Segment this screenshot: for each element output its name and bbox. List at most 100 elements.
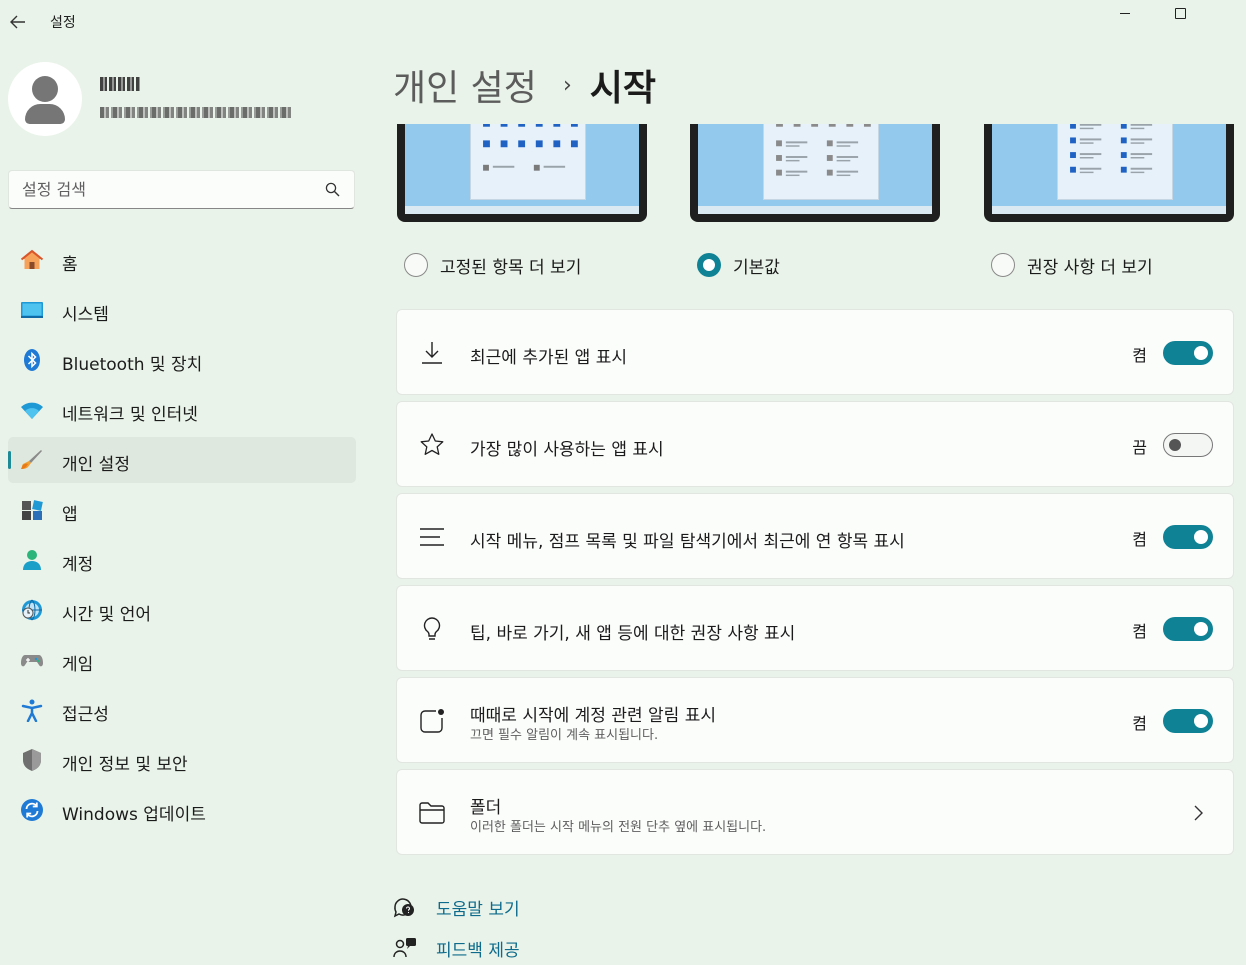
- apps-icon: [22, 500, 43, 520]
- home-icon: [20, 249, 44, 269]
- preview-more-recommendations[interactable]: [984, 124, 1234, 222]
- sidebar-item-time-language[interactable]: 시간 및 언어: [8, 587, 356, 633]
- time-language-icon: [22, 599, 42, 621]
- sidebar-item-system[interactable]: 시스템: [8, 287, 356, 333]
- radio-label: 고정된 항목 더 보기: [440, 257, 582, 278]
- toggle-switch[interactable]: [1163, 433, 1213, 457]
- list-icon: [420, 528, 444, 546]
- help-link-label: 피드백 제공: [436, 940, 520, 961]
- setting-title: 시작 메뉴, 점프 목록 및 파일 탐색기에서 최근에 연 항목 표시: [470, 532, 905, 552]
- sidebar-item-windows-update[interactable]: Windows 업데이트: [8, 787, 356, 833]
- toggle-state-label: 켬: [1132, 346, 1147, 365]
- start-menu-preview-icon: [470, 124, 586, 200]
- sidebar-item-accounts[interactable]: 계정: [8, 537, 356, 583]
- sidebar-item-label: Bluetooth 및 장치: [62, 355, 203, 375]
- minimize-icon: [1120, 12, 1130, 14]
- account-icon: [23, 550, 41, 570]
- toggle-state-label: 켬: [1132, 714, 1147, 733]
- minimize-button[interactable]: [1098, 0, 1152, 26]
- user-profile[interactable]: [8, 62, 358, 138]
- toggle-switch[interactable]: [1163, 709, 1213, 733]
- setting-title: 팁, 바로 가기, 새 앱 등에 대한 권장 사항 표시: [470, 624, 796, 644]
- settings-search-box[interactable]: [8, 170, 355, 209]
- sidebar-item-label: Windows 업데이트: [62, 805, 206, 825]
- sidebar-item-network[interactable]: 네트워크 및 인터넷: [8, 387, 356, 433]
- chevron-right-icon[interactable]: [1191, 804, 1205, 822]
- sidebar-item-label: 시스템: [62, 305, 109, 325]
- toggle-switch[interactable]: [1163, 525, 1213, 549]
- gaming-icon: [21, 655, 43, 667]
- download-icon: [422, 342, 442, 364]
- start-menu-preview-icon: [1057, 124, 1173, 200]
- star-icon: [420, 433, 444, 455]
- sidebar-item-accessibility[interactable]: 접근성: [8, 687, 356, 733]
- preview-default[interactable]: [690, 124, 940, 222]
- toggle-state-label: 끔: [1132, 438, 1147, 457]
- setting-most-used-apps: 가장 많이 사용하는 앱 표시 끔: [396, 401, 1234, 487]
- setting-folders[interactable]: 폴더 이러한 폴더는 시작 메뉴의 전원 단추 옆에 표시됩니다.: [396, 769, 1234, 855]
- breadcrumb: 개인 설정 › 시작: [393, 60, 656, 110]
- lightbulb-icon: [423, 617, 441, 640]
- preview-more-pins[interactable]: [397, 124, 647, 222]
- setting-title: 최근에 추가된 앱 표시: [470, 348, 627, 368]
- sidebar-item-label: 개인 정보 및 보안: [62, 755, 188, 775]
- app-title: 설정: [50, 15, 76, 31]
- breadcrumb-parent-link[interactable]: 개인 설정: [393, 59, 537, 111]
- setting-title: 폴더: [470, 798, 502, 818]
- layout-previews: [396, 124, 1234, 224]
- system-icon: [21, 302, 43, 318]
- radio-button[interactable]: [404, 253, 428, 277]
- search-input[interactable]: [9, 171, 309, 208]
- sidebar-item-label: 게임: [62, 655, 94, 675]
- search-icon[interactable]: [325, 182, 340, 197]
- bluetooth-icon: [24, 349, 40, 371]
- setting-title: 때때로 시작에 계정 관련 알림 표시: [470, 706, 716, 726]
- profile-name-redacted: [100, 77, 140, 91]
- sidebar-item-gaming[interactable]: 게임: [8, 637, 356, 683]
- maximize-button[interactable]: [1153, 0, 1207, 26]
- sidebar-item-label: 접근성: [62, 705, 109, 725]
- setting-description: 이러한 폴더는 시작 메뉴의 전원 단추 옆에 표시됩니다.: [470, 820, 767, 835]
- sidebar-item-label: 네트워크 및 인터넷: [62, 405, 198, 425]
- back-arrow-icon: [10, 15, 25, 29]
- breadcrumb-separator-icon: ›: [562, 72, 572, 98]
- feedback-icon: [393, 938, 416, 958]
- setting-account-notifications: 때때로 시작에 계정 관련 알림 표시 끄면 필수 알림이 계속 표시됩니다. …: [396, 677, 1234, 763]
- setting-recommendations: 팁, 바로 가기, 새 앱 등에 대한 권장 사항 표시 켬: [396, 585, 1234, 671]
- sidebar-item-label: 개인 설정: [62, 455, 130, 475]
- toggle-switch[interactable]: [1163, 617, 1213, 641]
- radio-button[interactable]: [991, 253, 1015, 277]
- toggle-switch[interactable]: [1163, 341, 1213, 365]
- sidebar-item-privacy-security[interactable]: 개인 정보 및 보안: [8, 737, 356, 783]
- get-help-link[interactable]: 도움말 보기: [393, 893, 520, 921]
- radio-more-recommendations[interactable]: 권장 사항 더 보기: [991, 248, 1153, 282]
- title-bar: 설정: [0, 0, 1246, 44]
- radio-label: 권장 사항 더 보기: [1027, 257, 1153, 278]
- radio-button-selected[interactable]: [697, 253, 721, 277]
- sidebar-item-label: 시간 및 언어: [62, 605, 152, 625]
- toggle-state-label: 켬: [1132, 622, 1147, 641]
- sidebar-item-label: 홈: [62, 255, 78, 275]
- sidebar-item-personalization[interactable]: 개인 설정: [8, 437, 356, 483]
- sidebar-item-label: 계정: [62, 555, 94, 575]
- setting-title: 가장 많이 사용하는 앱 표시: [470, 440, 664, 460]
- page-title: 시작: [589, 68, 656, 109]
- help-link-label: 도움말 보기: [436, 899, 520, 920]
- notification-icon: [420, 709, 444, 733]
- radio-more-pins[interactable]: 고정된 항목 더 보기: [404, 248, 581, 282]
- sidebar-nav: 홈 시스템 Bluetooth 및 장치 네트워크 및 인터넷 개인 설정 앱 …: [8, 237, 356, 837]
- profile-email-redacted: [100, 107, 292, 118]
- windows-update-icon: [21, 799, 43, 821]
- radio-default[interactable]: 기본값: [697, 248, 780, 282]
- back-button[interactable]: [6, 8, 30, 36]
- sidebar-item-home[interactable]: 홈: [8, 237, 356, 283]
- sidebar-item-apps[interactable]: 앱: [8, 487, 356, 533]
- wifi-icon: [21, 402, 43, 419]
- give-feedback-link[interactable]: 피드백 제공: [393, 934, 520, 962]
- sidebar-item-bluetooth[interactable]: Bluetooth 및 장치: [8, 337, 356, 383]
- sidebar-item-label: 앱: [62, 505, 78, 525]
- help-chat-icon: [393, 898, 414, 918]
- folder-icon: [419, 802, 445, 824]
- avatar: [8, 62, 82, 136]
- toggle-state-label: 켬: [1132, 530, 1147, 549]
